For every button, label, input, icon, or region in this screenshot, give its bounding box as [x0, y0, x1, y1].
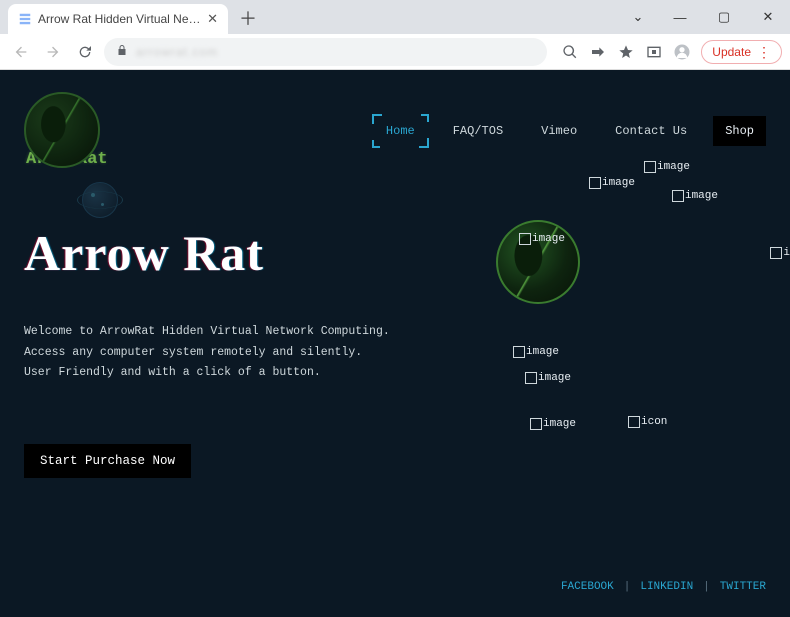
page-content: ArrowRat Home FAQ/TOS Vimeo Contact Us S… [0, 70, 790, 617]
social-linkedin[interactable]: LINKEDIN [640, 581, 693, 593]
broken-image-icon: image [525, 372, 571, 384]
address-text: arrowrat.com [136, 45, 218, 59]
nav-contact[interactable]: Contact Us [603, 116, 699, 146]
reload-button[interactable] [72, 39, 98, 65]
broken-image-icon: image [644, 161, 690, 173]
update-label: Update [712, 45, 751, 59]
tab-close-icon[interactable]: ✕ [207, 11, 218, 27]
social-links: FACEBOOK | LINKEDIN | TWITTER [561, 581, 766, 593]
broken-image-icon: image [513, 346, 559, 358]
lock-icon [116, 44, 128, 59]
site-header: ArrowRat Home FAQ/TOS Vimeo Contact Us S… [0, 70, 790, 169]
social-facebook[interactable]: FACEBOOK [561, 581, 614, 593]
broken-image-icon: image [672, 190, 718, 202]
social-twitter[interactable]: TWITTER [720, 581, 766, 593]
nav-home[interactable]: Home [374, 116, 427, 146]
browser-toolbar: arrowrat.com Update ⋮ [0, 34, 790, 70]
back-button[interactable] [8, 39, 34, 65]
broken-image-icon: image [530, 418, 576, 430]
share-icon[interactable] [589, 43, 607, 61]
hero-section: Arrow Rat Welcome to ArrowRat Hidden Vir… [0, 169, 790, 478]
menu-dots-icon[interactable]: ⋮ [757, 45, 771, 59]
window-controls: ⌄ — ▢ ✕ [618, 0, 790, 34]
nav-faq[interactable]: FAQ/TOS [441, 116, 515, 146]
separator: | [703, 581, 710, 593]
hero-description: Welcome to ArrowRat Hidden Virtual Netwo… [24, 322, 766, 384]
profile-icon[interactable] [673, 43, 691, 61]
separator: | [624, 581, 631, 593]
broken-image-icon: image [589, 177, 635, 189]
forward-button[interactable] [40, 39, 66, 65]
desc-line1: Welcome to ArrowRat Hidden Virtual Netwo… [24, 322, 766, 343]
nav-vimeo[interactable]: Vimeo [529, 116, 589, 146]
tab-title: Arrow Rat Hidden Virtual Netwo [38, 12, 201, 26]
cta-button[interactable]: Start Purchase Now [24, 444, 191, 478]
desc-line3: User Friendly and with a click of a butt… [24, 363, 766, 384]
chevron-down-icon[interactable]: ⌄ [618, 0, 658, 34]
nav-shop[interactable]: Shop [713, 116, 766, 146]
hero-title: Arrow Rat [24, 224, 766, 282]
search-address-icon[interactable] [561, 43, 579, 61]
close-icon[interactable]: ✕ [746, 0, 790, 34]
new-tab-button[interactable]: ＋ [236, 6, 260, 30]
browser-titlebar: Arrow Rat Hidden Virtual Netwo ✕ ＋ ⌄ — ▢… [0, 0, 790, 34]
broken-icon-icon: icon [628, 416, 667, 428]
browser-tab[interactable]: Arrow Rat Hidden Virtual Netwo ✕ [8, 4, 228, 34]
extensions-icon[interactable] [645, 43, 663, 61]
tab-favicon-icon [18, 12, 32, 26]
broken-image-icon: image [519, 233, 565, 245]
desc-line2: Access any computer system remotely and … [24, 343, 766, 364]
logo-icon [24, 92, 100, 168]
maximize-icon[interactable]: ▢ [702, 0, 746, 34]
bookmark-icon[interactable] [617, 43, 635, 61]
main-nav: Home FAQ/TOS Vimeo Contact Us Shop [374, 116, 766, 146]
address-bar[interactable]: arrowrat.com [104, 38, 547, 66]
minimize-icon[interactable]: — [658, 0, 702, 34]
update-button[interactable]: Update ⋮ [701, 40, 782, 64]
broken-image-icon: i [770, 247, 790, 259]
site-logo[interactable]: ArrowRat [24, 92, 108, 169]
